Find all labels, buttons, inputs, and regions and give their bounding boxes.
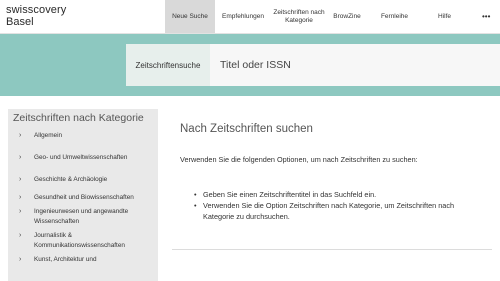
category-item[interactable]: › Geschichte & Archäologie [8,175,158,185]
bullet-icon: • [194,190,197,199]
category-sidebar: Zeitschriften nach Kategorie › Allgemein… [8,109,158,281]
category-label: Allgemein [34,132,63,139]
nav-browzine[interactable]: BrowZine [327,0,367,33]
more-menu-icon[interactable]: ••• [482,12,490,21]
category-item[interactable]: › Geo- und Umweltwissenschaften [8,153,158,163]
category-item[interactable]: › Kunst, Architektur und [8,255,158,265]
chevron-right-icon: › [19,154,22,161]
journal-search-tab-label: Zeitschriftensuche [135,60,201,70]
bullet-icon: • [194,201,197,210]
category-item[interactable]: › Ingenieurwesen und angewandte Wissensc… [8,207,158,227]
nav-interlibrary-loan-label: Fernleihe [380,12,409,20]
list-item: • Verwenden Sie die Option Zeitschriften… [180,200,480,222]
instructions-text: Verwenden Sie die folgenden Optionen, um… [180,155,418,164]
nav-recommendations[interactable]: Empfehlungen [215,0,271,33]
chevron-right-icon: › [19,132,22,139]
chevron-right-icon: › [19,176,22,183]
nav-new-search[interactable]: Neue Suche [165,0,215,33]
category-item[interactable]: › Gesundheit und Biowissenschaften [8,193,158,203]
page-title: Nach Zeitschriften suchen [180,123,313,135]
nav-help-label: Hilfe [437,12,451,20]
nav-new-search-label: Neue Suche [172,12,208,20]
category-label: Geschichte & Archäologie [34,176,108,183]
top-bar: swisscovery Basel Neue Suche Empfehlunge… [0,0,500,34]
list-item: • Geben Sie einen Zeitschriftentitel in … [180,189,480,200]
option-text: Geben Sie einen Zeitschriftentitel in da… [203,190,377,199]
options-list: • Geben Sie einen Zeitschriftentitel in … [180,189,480,222]
logo-line2: Basel [6,16,34,28]
nav-help[interactable]: Hilfe [422,0,467,33]
category-item[interactable]: › Allgemein [8,131,158,141]
category-item[interactable]: › Journalistik & Kommunikationswissensch… [8,231,158,251]
logo-line1: swisscovery [6,4,67,16]
category-label: Geo- und Umweltwissenschaften [34,154,128,161]
chevron-right-icon: › [19,256,22,263]
journal-search-tab[interactable]: Zeitschriftensuche [126,44,210,86]
category-label: Ingenieurwesen und angewandte Wissenscha… [34,208,129,225]
chevron-right-icon: › [19,208,22,215]
category-list: › Allgemein › Geo- und Umweltwissenschaf… [8,131,158,265]
nav-browzine-label: BrowZine [333,12,361,20]
main-nav: Neue Suche Empfehlungen Zeitschriften na… [165,0,467,33]
search-box: Zeitschriftensuche [126,44,500,86]
nav-recommendations-label: Empfehlungen [222,12,264,20]
chevron-right-icon: › [19,194,22,201]
nav-interlibrary-loan[interactable]: Fernleihe [367,0,422,33]
logo[interactable]: swisscovery Basel [6,4,116,28]
option-text: Verwenden Sie die Option Zeitschriften n… [203,201,455,221]
chevron-right-icon: › [19,232,22,239]
search-band: Zeitschriftensuche [0,34,500,96]
category-label: Journalistik & Kommunikationswissenschaf… [34,232,125,249]
nav-journals-by-category[interactable]: Zeitschriften nach Kategorie [271,0,327,33]
sidebar-title: Zeitschriften nach Kategorie [13,112,144,124]
category-label: Kunst, Architektur und [34,256,97,263]
search-input[interactable] [214,44,500,86]
nav-journals-by-category-label: Zeitschriften nach Kategorie [273,8,325,24]
divider [172,249,492,250]
category-label: Gesundheit und Biowissenschaften [34,194,134,201]
